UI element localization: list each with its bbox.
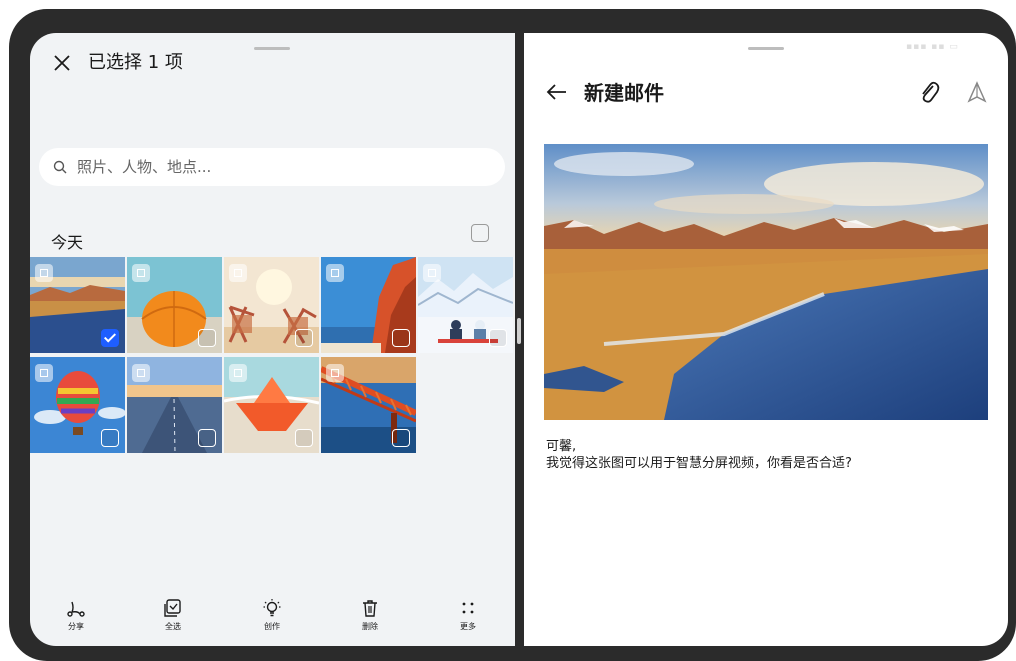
photo-checkbox[interactable]: [295, 429, 313, 447]
photo-checkbox[interactable]: [198, 329, 216, 347]
back-arrow-icon[interactable]: [546, 81, 568, 103]
delete-label: 删除: [362, 622, 378, 631]
photo-checkbox[interactable]: [101, 329, 119, 347]
email-greeting: 可馨,: [546, 439, 577, 454]
split-divider-handle[interactable]: [517, 318, 521, 344]
photo-checkbox[interactable]: [101, 429, 119, 447]
bottom-toolbar: 分享 全选 创作 删除 更多: [30, 598, 515, 646]
bulb-icon: [263, 599, 281, 617]
drag-bar[interactable]: [748, 47, 784, 50]
more-icon: [462, 602, 474, 614]
search-icon: [53, 160, 67, 174]
photo-checkbox[interactable]: [198, 429, 216, 447]
email-title: 新建邮件: [584, 81, 664, 105]
photo-thumb-umbrella[interactable]: [127, 257, 222, 353]
status-indicator: ▪▪▪ ▪▪ ▭: [906, 42, 959, 52]
photo-checkbox[interactable]: [489, 329, 507, 347]
share-label: 分享: [68, 622, 84, 631]
gallery-pane: 已选择 1 项 今天: [30, 33, 515, 646]
photo-thumb-lake[interactable]: [30, 257, 125, 353]
more-label: 更多: [460, 622, 476, 631]
photo-checkbox[interactable]: [392, 429, 410, 447]
photo-thumb-skiers[interactable]: [418, 257, 513, 353]
select-group-checkbox[interactable]: [471, 224, 489, 242]
share-button[interactable]: 分享: [46, 598, 106, 632]
create-label: 创作: [264, 622, 280, 631]
paperclip-icon[interactable]: [918, 80, 940, 104]
trash-icon: [363, 600, 377, 617]
photo-thumb-bridge[interactable]: [321, 357, 416, 453]
email-body[interactable]: 可馨, 我觉得这张图可以用于智慧分屏视频，你看是否合适?: [546, 438, 852, 472]
delete-button[interactable]: 删除: [340, 598, 400, 632]
attached-image: [544, 144, 988, 420]
share-icon: [67, 601, 85, 617]
more-button[interactable]: 更多: [438, 598, 498, 632]
photo-checkbox[interactable]: [392, 329, 410, 347]
search-input[interactable]: [75, 157, 479, 177]
select-all-icon: [164, 599, 181, 617]
photo-thumb-beach-chairs[interactable]: [224, 257, 319, 353]
create-button[interactable]: 创作: [242, 598, 302, 632]
photo-thumb-paper-boat[interactable]: [224, 357, 319, 453]
close-icon[interactable]: [50, 51, 74, 75]
selection-title: 已选择 1 项: [88, 52, 183, 73]
email-pane: ▪▪▪ ▪▪ ▭ 新建邮件 可馨, 我觉得这张图可以用于智慧分屏视频，你看是否合…: [524, 33, 1008, 646]
select-all-label: 全选: [165, 622, 181, 631]
drag-bar[interactable]: [254, 47, 290, 50]
photo-thumb-road[interactable]: [127, 357, 222, 453]
photo-checkbox[interactable]: [295, 329, 313, 347]
search-bar[interactable]: [39, 148, 505, 186]
photo-thumb-balloon[interactable]: [30, 357, 125, 453]
photo-thumb-red-cliff[interactable]: [321, 257, 416, 353]
date-group-label: 今天: [51, 233, 84, 252]
email-message: 我觉得这张图可以用于智慧分屏视频，你看是否合适?: [546, 456, 852, 471]
select-all-button[interactable]: 全选: [143, 598, 203, 632]
send-icon[interactable]: [967, 81, 987, 103]
